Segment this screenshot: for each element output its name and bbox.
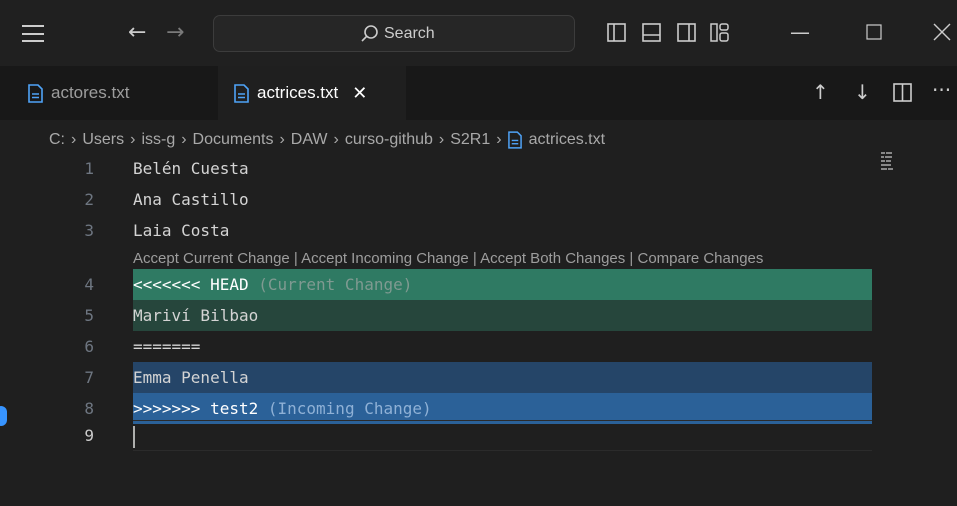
code-line: 2 Ana Castillo <box>0 184 957 215</box>
line-number: 5 <box>84 306 94 325</box>
breadcrumb-item[interactable]: curso-github <box>345 131 433 149</box>
breadcrumb-item[interactable]: Users <box>82 131 124 149</box>
breadcrumb-item[interactable]: S2R1 <box>450 131 490 149</box>
more-actions-icon[interactable]: ··· <box>932 78 951 102</box>
line-text: <<<<<<< HEAD <box>133 275 249 294</box>
chevron-right-icon: › <box>438 131 445 148</box>
line-text: Emma Penella <box>133 368 249 387</box>
line-text: Belén Cuesta <box>133 159 249 178</box>
line-number: 9 <box>84 426 94 445</box>
minimize-icon[interactable]: — <box>790 20 810 44</box>
breadcrumb: C: › Users › iss-g › Documents › DAW › curso-… <box>49 128 605 152</box>
title-bar: ← → Search — <box>0 0 957 66</box>
code-editor[interactable]: 1 Belén Cuesta 2 Ana Castillo 3 Laia Cos… <box>0 153 957 506</box>
line-number: 2 <box>84 190 94 209</box>
breadcrumb-item-file[interactable]: actrices.txt <box>529 131 605 149</box>
toggle-primary-sidebar-icon[interactable] <box>606 22 627 43</box>
code-line-current: 5 Mariví Bilbao <box>0 300 957 331</box>
line-text: Ana Castillo <box>133 190 249 209</box>
line-code: <<<<<<< HEAD (Current Change) <box>133 269 412 300</box>
code-line-separator: 6 ======= <box>0 331 957 362</box>
line-number: 1 <box>84 159 94 178</box>
code-line-current-header: 4 <<<<<<< HEAD (Current Change) <box>0 269 957 300</box>
arrow-left-icon[interactable]: ← <box>128 20 146 46</box>
chevron-right-icon: › <box>181 131 187 148</box>
split-editor-icon[interactable] <box>893 83 913 103</box>
command-center-search[interactable]: Search <box>213 15 575 52</box>
change-label: (Incoming Change) <box>267 399 432 418</box>
line-text: >>>>>>> test2 <box>133 399 259 418</box>
activity-indicator <box>0 406 7 426</box>
tab-actrices[interactable]: actrices.txt ✕ <box>218 66 406 120</box>
customize-layout-icon[interactable] <box>709 22 730 43</box>
tab-label: actrices.txt <box>257 83 339 102</box>
chevron-right-icon: › <box>130 131 136 148</box>
close-tab-icon[interactable]: ✕ <box>352 83 367 104</box>
text-cursor <box>133 426 135 448</box>
chevron-right-icon: › <box>496 131 502 148</box>
line-text: ======= <box>133 337 201 356</box>
editor-tab-bar: actores.txt actrices.txt ✕ ↑ ↓ ··· <box>0 66 957 120</box>
breadcrumb-item[interactable]: C: <box>49 131 65 149</box>
arrow-down-icon[interactable]: ↓ <box>854 80 871 104</box>
line-number: 7 <box>84 368 94 387</box>
line-number: 6 <box>84 337 94 356</box>
arrow-up-icon[interactable]: ↑ <box>812 80 829 104</box>
line-number: 4 <box>84 275 94 294</box>
minimap[interactable] <box>881 152 895 172</box>
maximize-icon[interactable] <box>866 24 882 40</box>
file-text-icon <box>234 83 249 103</box>
breadcrumb-item[interactable]: Documents <box>193 131 274 149</box>
tab-label: actores.txt <box>51 83 130 102</box>
chevron-right-icon: › <box>333 131 339 148</box>
current-line-highlight <box>133 420 872 451</box>
arrow-right-icon[interactable]: → <box>166 20 184 46</box>
close-icon[interactable] <box>933 23 951 41</box>
line-text: Laia Costa <box>133 221 230 240</box>
tab-actores[interactable]: actores.txt <box>28 66 218 120</box>
change-label: (Current Change) <box>258 275 413 294</box>
toggle-panel-icon[interactable] <box>641 22 662 43</box>
chevron-right-icon: › <box>279 131 285 148</box>
search-icon <box>361 25 378 42</box>
line-text: Mariví Bilbao <box>133 306 259 325</box>
line-number: 3 <box>84 221 94 240</box>
code-line: 3 Laia Costa <box>0 215 957 246</box>
code-line-incoming: 7 Emma Penella <box>0 362 957 393</box>
file-text-icon <box>28 83 43 103</box>
breadcrumb-item[interactable]: DAW <box>291 131 328 149</box>
chevron-right-icon: › <box>71 131 77 148</box>
breadcrumb-item[interactable]: iss-g <box>141 131 175 149</box>
code-line-active: 9 <box>0 420 957 451</box>
file-text-icon <box>507 131 522 149</box>
code-line: 1 Belén Cuesta <box>0 153 957 184</box>
menu-icon[interactable] <box>22 25 44 42</box>
search-placeholder: Search <box>384 25 435 42</box>
toggle-secondary-sidebar-icon[interactable] <box>676 22 697 43</box>
